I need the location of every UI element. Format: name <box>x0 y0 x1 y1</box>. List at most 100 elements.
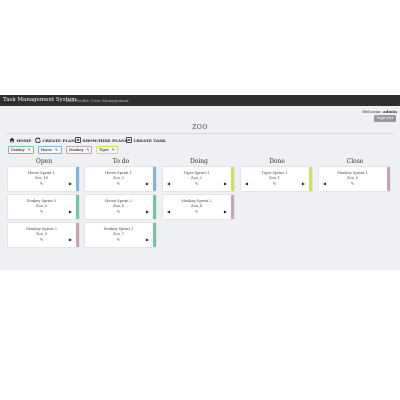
task-plan-name: Horse Sprint 1 <box>105 171 132 175</box>
task-id: Zoo_2 <box>191 176 202 180</box>
arrow-left-icon[interactable]: ◀ <box>245 181 248 186</box>
plan-tag[interactable]: Donkey ✎ <box>8 146 34 154</box>
column-header-doing: Doing <box>189 158 209 165</box>
plan-color-stripe <box>387 167 390 191</box>
nav-edit-profile[interactable]: Edit Profile <box>66 98 89 103</box>
board-title: ZOO <box>192 124 208 131</box>
task-id: Zoo_8 <box>113 204 124 208</box>
home-label: HOME <box>16 137 32 143</box>
create-task-label: CREATE TASK <box>133 137 166 143</box>
task-id: Zoo_7 <box>113 232 124 236</box>
column-header-close: Close <box>346 158 364 165</box>
plan-tag[interactable]: Monkey ✎ <box>66 146 92 154</box>
plan-color-stripe <box>76 223 79 247</box>
plan-tag-label: Horse <box>41 148 52 152</box>
welcome-label: Welcome, <box>362 109 382 114</box>
app-area: Task Management System Edit Profile User… <box>0 95 400 270</box>
plan-color-stripe <box>309 167 312 191</box>
task-plan-name: Monkey Sprint 1 <box>337 171 368 175</box>
edit-icon[interactable]: ✎ <box>241 181 308 186</box>
task-plan-name: Monkey Sprint 3 <box>26 227 57 231</box>
plan-color-stripe <box>153 223 156 247</box>
edit-icon[interactable]: ✎ <box>87 146 90 154</box>
username: admin <box>382 109 397 114</box>
task-card[interactable]: Tiger Sprint 1 Zoo_2 ✎ ◀ ▶ <box>163 167 234 191</box>
task-plan-name: Tiger Sprint 1 <box>261 171 288 175</box>
edit-icon[interactable]: ✎ <box>28 146 31 154</box>
task-plan-name: Horse Sprint 2 <box>105 199 132 203</box>
create-task-button[interactable]: CREATE TASK <box>126 137 166 143</box>
task-card[interactable]: Horse Sprint 1 Zoo_10 ✎ ▶ <box>8 167 79 191</box>
home-button[interactable]: HOME <box>9 137 31 143</box>
task-icon <box>126 137 132 143</box>
arrow-right-icon[interactable]: ▶ <box>224 209 227 214</box>
task-card[interactable]: Monkey Sprint 2 Zoo_4 ✎ ◀ ▶ <box>163 195 234 219</box>
home-icon <box>9 137 15 143</box>
edit-icon[interactable]: ✎ <box>8 209 75 214</box>
task-plan-name: Tiger Sprint 1 <box>183 171 210 175</box>
create-plan-label: CREATE PLAN <box>42 137 75 143</box>
task-id: Zoo_5 <box>347 176 358 180</box>
arrow-left-icon[interactable]: ◀ <box>167 209 170 214</box>
task-id: Zoo_6 <box>36 204 47 208</box>
create-plan-button[interactable]: CREATE PLAN <box>35 137 75 143</box>
show-hide-plans-button[interactable]: SHOW/HIDE PLANS <box>75 137 128 143</box>
task-card[interactable]: Monkey Sprint 1 Zoo_5 ✎ ◀ <box>319 167 390 191</box>
task-card[interactable]: Horse Sprint 2 Zoo_8 ✎ ▶ <box>85 195 156 219</box>
arrow-right-icon[interactable]: ▶ <box>69 209 72 214</box>
arrow-right-icon[interactable]: ▶ <box>69 181 72 186</box>
task-card[interactable]: Donkey Sprint 1 Zoo_7 ✎ ▶ <box>85 223 156 247</box>
top-navbar: Task Management System Edit Profile User… <box>0 95 400 106</box>
plan-color-stripe <box>231 195 234 219</box>
show-hide-plans-label: SHOW/HIDE PLANS <box>82 137 128 143</box>
arrow-left-icon[interactable]: ◀ <box>323 181 326 186</box>
edit-icon[interactable]: ✎ <box>55 146 58 154</box>
arrow-right-icon[interactable]: ▶ <box>69 237 72 242</box>
task-card[interactable]: Horse Sprint 1 Zoo_3 ✎ ▶ <box>85 167 156 191</box>
task-plan-name: Horse Sprint 1 <box>28 171 55 175</box>
edit-icon[interactable]: ✎ <box>163 209 230 214</box>
refresh-icon <box>35 137 41 143</box>
plan-tag-label: Donkey <box>11 148 25 152</box>
task-id: Zoo_4 <box>191 204 202 208</box>
task-plan-name: Monkey Sprint 2 <box>181 199 212 203</box>
eye-icon <box>75 137 81 143</box>
nav-user-management[interactable]: User Management <box>91 98 129 103</box>
plan-tag[interactable]: Horse ✎ <box>38 146 62 154</box>
task-id: Zoo_10 <box>34 176 49 180</box>
edit-icon[interactable]: ✎ <box>85 237 152 242</box>
arrow-right-icon[interactable]: ▶ <box>146 209 149 214</box>
task-id: Zoo_9 <box>36 232 47 236</box>
task-id: Zoo_3 <box>113 176 124 180</box>
welcome-text: Welcome, admin <box>362 109 397 114</box>
edit-icon[interactable]: ✎ <box>85 209 152 214</box>
plan-tag-label: Tiger <box>99 148 109 152</box>
task-card[interactable]: Donkey Sprint 2 Zoo_6 ✎ ▶ <box>8 195 79 219</box>
edit-icon[interactable]: ✎ <box>319 181 386 186</box>
edit-icon[interactable]: ✎ <box>163 181 230 186</box>
task-plan-name: Donkey Sprint 1 <box>103 227 134 231</box>
task-card[interactable]: Tiger Sprint 1 Zoo_1 ✎ ◀ ▶ <box>241 167 312 191</box>
sign-out-button[interactable]: Sign Out <box>374 115 396 122</box>
arrow-left-icon[interactable]: ◀ <box>167 181 170 186</box>
edit-icon[interactable]: ✎ <box>112 146 115 154</box>
task-id: Zoo_1 <box>269 176 280 180</box>
plan-tag-label: Monkey <box>69 148 84 152</box>
plan-color-stripe <box>153 167 156 191</box>
plan-tag[interactable]: Tiger ✎ <box>96 146 118 154</box>
plan-color-stripe <box>76 195 79 219</box>
task-plan-name: Donkey Sprint 2 <box>26 199 57 203</box>
edit-icon[interactable]: ✎ <box>85 181 152 186</box>
edit-icon[interactable]: ✎ <box>8 237 75 242</box>
task-card[interactable]: Monkey Sprint 3 Zoo_9 ✎ ▶ <box>8 223 79 247</box>
edit-icon[interactable]: ✎ <box>8 181 75 186</box>
column-header-open: Open <box>35 158 53 165</box>
arrow-right-icon[interactable]: ▶ <box>146 181 149 186</box>
plan-color-stripe <box>231 167 234 191</box>
divider <box>6 133 394 134</box>
arrow-right-icon[interactable]: ▶ <box>146 237 149 242</box>
arrow-right-icon[interactable]: ▶ <box>302 181 305 186</box>
plan-color-stripe <box>76 167 79 191</box>
arrow-right-icon[interactable]: ▶ <box>224 181 227 186</box>
column-header-to-do: To do <box>112 158 130 165</box>
